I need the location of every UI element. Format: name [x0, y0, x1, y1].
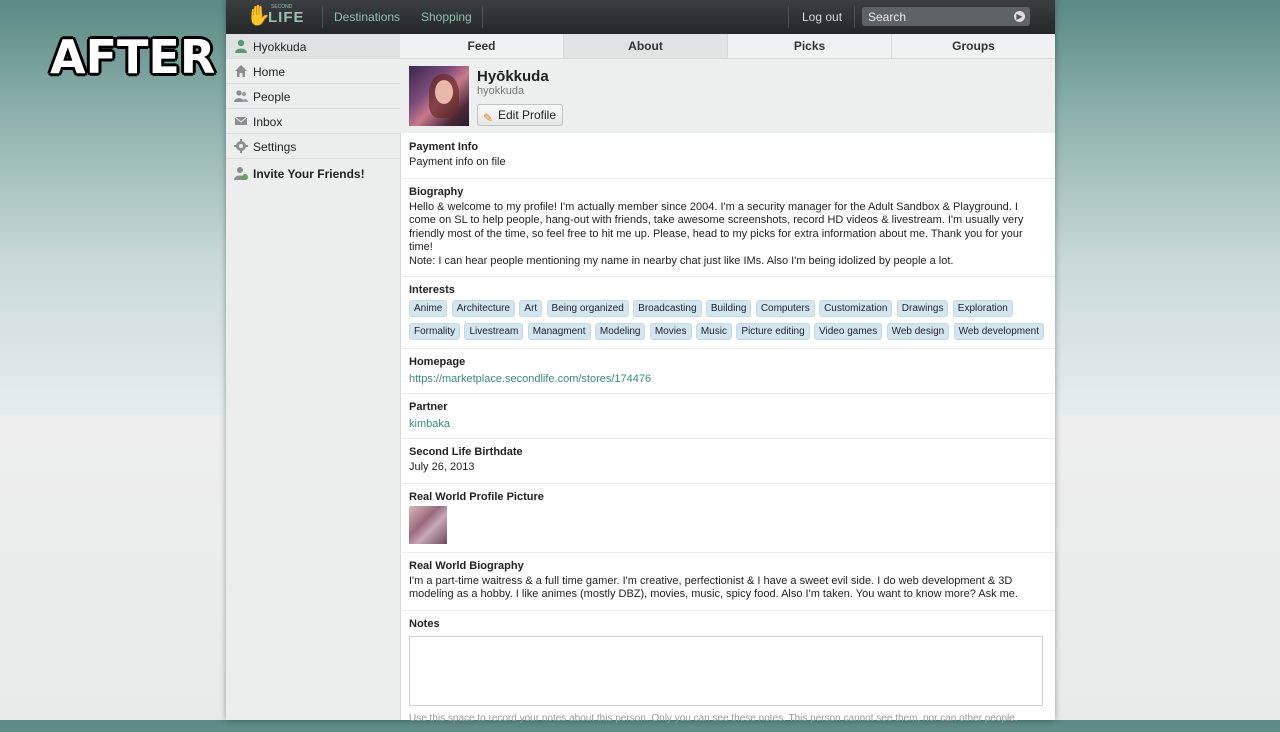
tab-about[interactable]: About	[564, 34, 728, 58]
edit-profile-button[interactable]: ✎ Edit Profile	[477, 104, 564, 126]
interest-tag[interactable]: Picture editing	[736, 323, 810, 340]
section-title: Payment Info	[409, 141, 479, 153]
birthdate-section: Second Life Birthdate July 26, 2013	[400, 439, 1055, 484]
biography-note: Note: I can hear people mentioning my na…	[409, 254, 954, 267]
real-world-biography-section: Real World Biography I'm a part-time wai…	[400, 553, 1055, 611]
sidebar-item-inbox[interactable]: Inbox	[226, 109, 400, 134]
add-user-icon	[234, 167, 248, 180]
search-input[interactable]	[862, 7, 1008, 26]
browser-page: ✋ SECOND LIFE Destinations Shopping Log …	[226, 0, 1055, 724]
sidebar-item-label: Invite Your Friends!	[253, 167, 365, 181]
real-world-biography-text: I'm a part-time waitress & a full time g…	[409, 574, 1018, 601]
tab-groups[interactable]: Groups	[892, 34, 1055, 58]
interest-tag[interactable]: Architecture	[451, 300, 516, 317]
pencil-icon: ✎	[483, 111, 494, 125]
biography-text: Hello & welcome to my profile! I'm actua…	[409, 200, 1024, 254]
search-go-icon[interactable]: ▶	[1014, 11, 1025, 22]
section-title: Real World Profile Picture	[409, 490, 544, 503]
profile-tabs: Feed About Picks Groups	[400, 34, 1055, 59]
sidebar-item-settings[interactable]: Settings	[226, 134, 400, 159]
interest-tag[interactable]: Web development	[953, 323, 1044, 340]
people-icon	[234, 90, 248, 102]
divider	[854, 6, 855, 28]
section-title: Homepage	[409, 356, 466, 368]
interest-tag[interactable]: Exploration	[952, 300, 1013, 317]
payment-info-section: Payment Info Payment info on file	[400, 134, 1055, 179]
section-title: Real World Biography	[409, 559, 524, 572]
logo-text: LIFE	[268, 9, 305, 26]
avatar[interactable]	[409, 66, 469, 126]
tab-picks[interactable]: Picks	[728, 34, 892, 58]
top-navigation-bar: ✋ SECOND LIFE Destinations Shopping Log …	[226, 0, 1055, 34]
homepage-link[interactable]: https://marketplace.secondlife.com/store…	[409, 373, 651, 385]
tab-feed[interactable]: Feed	[400, 34, 564, 58]
notes-section: Notes Use this space to record your note…	[400, 611, 1055, 732]
nav-destinations-link[interactable]: Destinations	[334, 10, 400, 24]
interest-tag[interactable]: Video games	[814, 323, 883, 340]
home-icon	[235, 65, 247, 77]
envelope-icon	[234, 116, 248, 125]
interest-tag[interactable]: Movies	[649, 323, 692, 340]
biography-section: Biography Hello & welcome to my profile!…	[400, 179, 1055, 277]
interest-tag[interactable]: Drawings	[896, 300, 949, 317]
payment-info-value: Payment info on file	[409, 156, 506, 168]
interest-tag[interactable]: Web design	[886, 323, 950, 340]
sidebar: Hyokkuda Home People Inbox Settings Invi…	[226, 34, 401, 720]
real-world-picture-section: Real World Profile Picture	[400, 484, 1055, 553]
divider	[322, 6, 323, 28]
interest-tag[interactable]: Music	[695, 323, 732, 340]
search-box: ▶	[862, 7, 1030, 26]
interest-tag[interactable]: Broadcasting	[633, 300, 702, 317]
second-life-logo[interactable]: ✋ SECOND LIFE	[246, 4, 305, 28]
sidebar-item-people[interactable]: People	[226, 84, 400, 109]
interests-tag-list: Anime Architecture Art Being organized B…	[409, 300, 1046, 346]
real-world-profile-picture[interactable]	[409, 505, 447, 544]
display-name: Hyōkkuda	[477, 68, 549, 85]
sidebar-item-label: People	[253, 90, 291, 104]
sidebar-item-label: Inbox	[253, 115, 283, 129]
logout-link[interactable]: Log out	[802, 10, 842, 24]
partner-section: Partner kimbaka	[400, 394, 1055, 439]
avatar-face	[435, 80, 453, 104]
interest-tag[interactable]: Anime	[409, 300, 448, 317]
interest-tag[interactable]: Computers	[755, 300, 815, 317]
username: hyokkuda	[477, 85, 525, 97]
notes-textarea[interactable]	[409, 635, 1043, 706]
notes-hint: Use this space to record your notes abou…	[409, 712, 1018, 724]
partner-link[interactable]: kimbaka	[409, 418, 450, 430]
sidebar-item-invite-friends[interactable]: Invite Your Friends!	[226, 161, 400, 185]
main-content: Feed About Picks Groups Hyōkkuda hyokkud…	[400, 34, 1055, 724]
edit-profile-label: Edit Profile	[498, 108, 557, 122]
sidebar-item-label: Home	[253, 65, 286, 79]
sidebar-item-label: Settings	[253, 140, 297, 154]
interest-tag[interactable]: Customization	[819, 300, 893, 317]
section-title: Biography	[409, 185, 464, 198]
interest-tag[interactable]: Livestream	[464, 323, 524, 340]
after-overlay-label: AFTER	[50, 30, 216, 84]
gear-icon	[234, 139, 248, 153]
sidebar-item-home[interactable]: Home	[226, 59, 400, 84]
interest-tag[interactable]: Being organized	[546, 300, 629, 317]
nav-shopping-link[interactable]: Shopping	[421, 10, 472, 24]
section-title: Second Life Birthdate	[409, 446, 523, 458]
section-title: Partner	[409, 401, 448, 413]
interests-section: Interests Anime Architecture Art Being o…	[400, 277, 1055, 349]
interest-tag[interactable]: Building	[705, 300, 752, 317]
sidebar-item-label: Hyokkuda	[253, 40, 307, 54]
user-icon	[235, 39, 247, 53]
divider	[788, 6, 789, 28]
interest-tag[interactable]: Managment	[527, 323, 591, 340]
about-content: Payment Info Payment info on file Biogra…	[400, 134, 1055, 732]
interest-tag[interactable]: Formality	[409, 323, 461, 340]
homepage-section: Homepage https://marketplace.secondlife.…	[400, 349, 1055, 394]
section-title: Interests	[409, 284, 455, 296]
interest-tag[interactable]: Modeling	[594, 323, 646, 340]
sidebar-item-profile[interactable]: Hyokkuda	[226, 34, 400, 59]
profile-header: Hyōkkuda hyokkuda ✎ Edit Profile	[400, 59, 1055, 133]
birthdate-value: July 26, 2013	[409, 461, 475, 473]
interest-tag[interactable]: Art	[519, 300, 543, 317]
divider	[482, 6, 483, 28]
section-title: Notes	[409, 617, 440, 630]
